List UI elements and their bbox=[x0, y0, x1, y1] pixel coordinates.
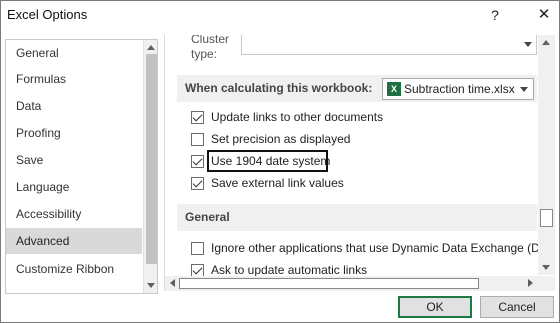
scroll-left-icon[interactable] bbox=[170, 279, 175, 287]
close-button[interactable]: ✕ bbox=[531, 5, 557, 25]
chevron-down-icon bbox=[520, 87, 528, 92]
cluster-label-line2: type: bbox=[191, 47, 218, 61]
highlight-box bbox=[207, 150, 328, 172]
help-button[interactable]: ? bbox=[482, 5, 508, 25]
dialog-title: Excel Options bbox=[7, 7, 88, 22]
main-scroll-thumb[interactable] bbox=[540, 209, 553, 227]
general-section-title: General bbox=[185, 210, 230, 224]
scroll-down-icon[interactable] bbox=[542, 265, 550, 270]
sidebar-item-general[interactable]: General bbox=[6, 40, 142, 66]
sidebar-item-language[interactable]: Language bbox=[6, 174, 142, 200]
option-label: Update links to other documents bbox=[211, 110, 384, 124]
sidebar-item-accessibility[interactable]: Accessibility bbox=[6, 201, 142, 227]
workbook-name: Subtraction time.xlsx bbox=[404, 82, 515, 96]
cluster-type-dropdown[interactable] bbox=[241, 35, 537, 55]
scroll-up-icon[interactable] bbox=[542, 40, 550, 45]
scroll-right-icon[interactable] bbox=[528, 279, 533, 287]
update-links-checkbox[interactable] bbox=[191, 111, 204, 124]
sidebar-item-formulas[interactable]: Formulas bbox=[6, 66, 142, 92]
calc-section-header: When calculating this workbook: X Subtra… bbox=[177, 75, 537, 102]
option-label: Ignore other applications that use Dynam… bbox=[211, 241, 555, 255]
sidebar-item-proofing[interactable]: Proofing bbox=[6, 120, 142, 146]
cluster-type-label: Cluster type: bbox=[191, 35, 229, 62]
sidebar-item-save[interactable]: Save bbox=[6, 147, 142, 173]
scroll-up-icon[interactable] bbox=[147, 45, 155, 50]
sidebar-item-advanced[interactable]: Advanced bbox=[6, 228, 142, 254]
main-horizontal-scrollbar[interactable] bbox=[165, 276, 538, 291]
sidebar-item-customize-ribbon[interactable]: Customize Ribbon bbox=[6, 256, 142, 282]
ok-button[interactable]: OK bbox=[398, 296, 472, 318]
excel-file-icon: X bbox=[387, 82, 401, 96]
calc-section-title: When calculating this workbook: bbox=[185, 81, 373, 95]
options-sidebar: General Formulas Data Proofing Save Lang… bbox=[5, 39, 158, 294]
set-precision-checkbox[interactable] bbox=[191, 133, 204, 146]
cluster-label-line1: Cluster bbox=[191, 35, 230, 46]
option-label: Set precision as displayed bbox=[211, 132, 351, 146]
chevron-down-icon bbox=[524, 42, 532, 47]
general-section-header: General bbox=[177, 204, 537, 231]
workbook-dropdown[interactable]: X Subtraction time.xlsx bbox=[382, 78, 534, 100]
sidebar-scroll-thumb[interactable] bbox=[146, 54, 157, 264]
horizontal-scroll-thumb[interactable] bbox=[179, 278, 479, 289]
option-label: Save external link values bbox=[211, 176, 344, 190]
cancel-button[interactable]: Cancel bbox=[480, 296, 554, 318]
option-label: Ask to update automatic links bbox=[211, 263, 368, 277]
main-vertical-scrollbar[interactable] bbox=[538, 35, 555, 275]
scroll-down-icon[interactable] bbox=[147, 283, 155, 288]
sidebar-item-data[interactable]: Data bbox=[6, 93, 142, 119]
1904-date-system-checkbox[interactable] bbox=[191, 155, 204, 168]
advanced-options-pane: Cluster type: When calculating this work… bbox=[164, 35, 555, 291]
save-external-links-checkbox[interactable] bbox=[191, 177, 204, 190]
scrollbar-corner bbox=[538, 276, 555, 291]
ignore-dde-checkbox[interactable] bbox=[191, 242, 204, 255]
excel-options-dialog: Excel Options ? ✕ General Formulas Data … bbox=[0, 0, 560, 323]
sidebar-scrollbar[interactable] bbox=[143, 40, 157, 293]
